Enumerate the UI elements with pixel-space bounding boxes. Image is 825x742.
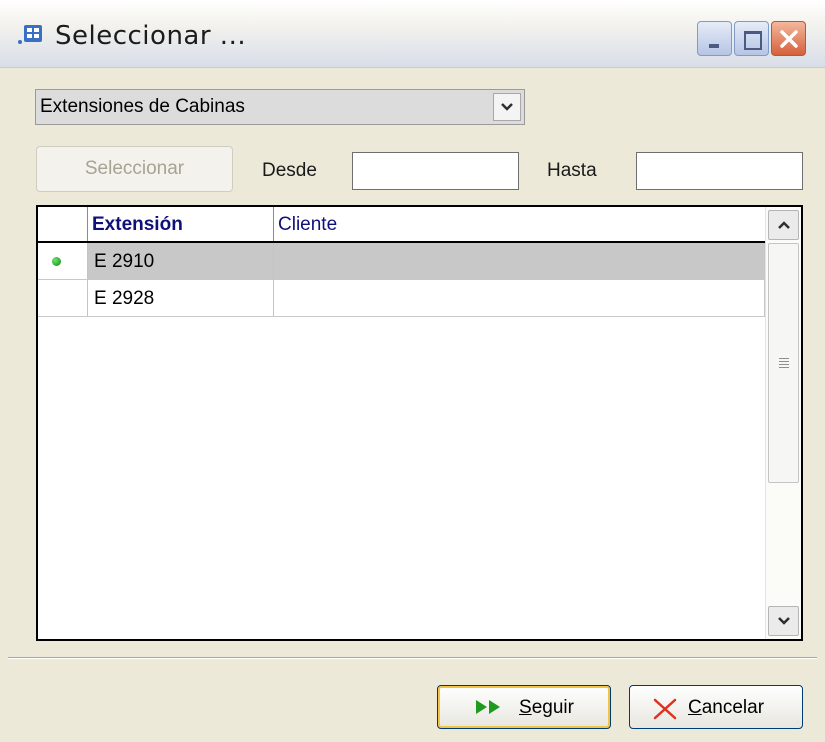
- chevron-down-icon: [778, 617, 790, 625]
- row-indicator: [38, 280, 88, 316]
- footer-divider: [8, 657, 817, 659]
- dropdown-value: Extensiones de Cabinas: [40, 96, 245, 117]
- column-header-cliente-label: Cliente: [278, 214, 338, 235]
- table-row[interactable]: E 2928: [38, 280, 765, 317]
- grid-header: Extensión Cliente: [38, 207, 765, 243]
- from-field[interactable]: [352, 152, 519, 190]
- cell-extension[interactable]: E 2928: [88, 280, 274, 316]
- column-header-cliente[interactable]: Cliente: [274, 207, 765, 241]
- maximize-button[interactable]: [734, 21, 769, 56]
- to-label: Hasta: [547, 160, 597, 181]
- column-header-extension[interactable]: Extensión: [88, 207, 274, 241]
- cell-extension[interactable]: E 2910: [88, 243, 274, 279]
- select-dialog: Seleccionar ... Extensiones de Cabinas S…: [0, 0, 825, 742]
- from-label: Desde: [262, 160, 317, 181]
- continue-button[interactable]: Seguir: [437, 685, 611, 729]
- close-button[interactable]: [771, 21, 806, 56]
- scroll-up-button[interactable]: [768, 210, 799, 240]
- cell-cliente[interactable]: [274, 243, 765, 279]
- cell-extension-text: E 2910: [94, 251, 155, 272]
- chevron-down-icon: [501, 103, 513, 111]
- cell-cliente[interactable]: [274, 280, 765, 316]
- select-button[interactable]: Seleccionar: [36, 146, 233, 192]
- vertical-scrollbar[interactable]: [765, 207, 801, 639]
- minimize-button[interactable]: [697, 21, 732, 56]
- cancel-x-icon: [653, 698, 677, 720]
- extensions-grid[interactable]: Extensión Cliente E 2910 E 2928: [36, 205, 803, 641]
- window-title: Seleccionar ...: [55, 21, 247, 51]
- chevron-up-icon: [778, 221, 790, 229]
- dropdown-toggle[interactable]: [493, 93, 521, 121]
- scroll-thumb[interactable]: [768, 243, 799, 483]
- app-icon: [18, 25, 42, 44]
- close-icon: [780, 30, 798, 48]
- to-field[interactable]: [636, 152, 803, 190]
- cancel-button[interactable]: Cancelar: [629, 685, 803, 729]
- title-bar[interactable]: Seleccionar ...: [0, 0, 825, 68]
- cell-extension-text: E 2928: [94, 288, 155, 309]
- table-row[interactable]: E 2910: [38, 243, 765, 280]
- fast-forward-icon: [476, 700, 500, 714]
- list-type-dropdown[interactable]: Extensiones de Cabinas: [35, 89, 525, 125]
- cancel-button-label: Cancelar: [688, 697, 765, 718]
- indicator-column-header: [38, 207, 88, 241]
- current-row-icon: [52, 257, 61, 266]
- continue-button-label: Seguir: [519, 697, 574, 718]
- scroll-down-button[interactable]: [768, 606, 799, 636]
- row-indicator: [38, 243, 88, 279]
- grip-icon: [779, 358, 789, 368]
- column-header-extension-label: Extensión: [92, 214, 183, 235]
